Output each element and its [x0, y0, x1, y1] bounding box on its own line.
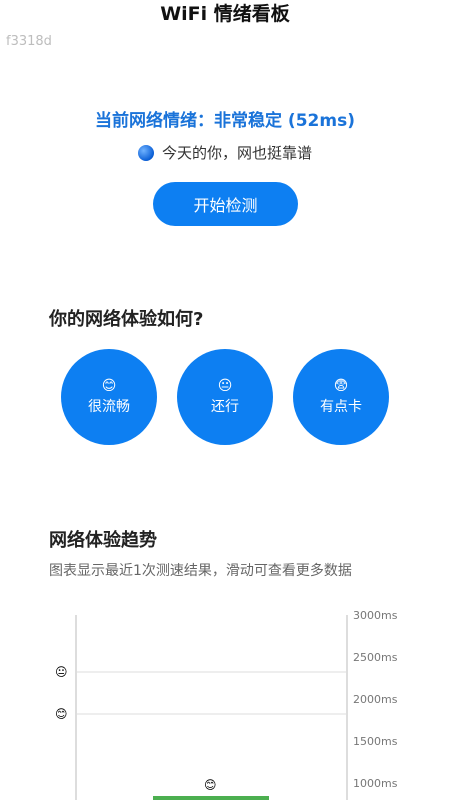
experience-laggy-label: 有点卡: [320, 399, 362, 415]
chart-y-tick-label: 1500ms: [353, 735, 398, 748]
neutral-face-icon: 😐: [217, 378, 233, 394]
chart-y-tick-label: 1000ms: [353, 777, 398, 790]
chart-y-tick-label: 3000ms: [353, 609, 398, 622]
mood-subtitle: 今天的你，网也挺靠谱: [0, 142, 450, 163]
chart-emoji-marker: 😊: [55, 707, 68, 721]
app-title: WiFi 情绪看板: [160, 3, 290, 25]
blue-circle-icon: [137, 144, 154, 161]
trend-chart[interactable]: 3000ms 2500ms 2000ms 1500ms 1000ms 😐 😊 😊: [0, 600, 450, 800]
trend-subtitle: 图表显示最近1次测速结果，滑动可查看更多数据: [49, 563, 352, 579]
start-test-button[interactable]: 开始检测: [153, 182, 298, 226]
network-mood-status: 当前网络情绪：非常稳定 (52ms): [95, 111, 355, 131]
smile-icon: 😊: [101, 378, 117, 394]
chart-y-tick-label: 2500ms: [353, 651, 398, 664]
chart-emoji-marker: 😐: [55, 665, 68, 679]
fearful-face-icon: 😨: [333, 378, 349, 394]
chart-bar: [153, 796, 269, 800]
experience-ok-label: 还行: [211, 399, 239, 415]
chart-y-tick-label: 2000ms: [353, 693, 398, 706]
experience-ok-button[interactable]: 😐 还行: [177, 349, 273, 445]
mood-subtitle-text: 今天的你，网也挺靠谱: [161, 144, 312, 162]
device-id: f3318d: [6, 34, 52, 49]
trend-title: 网络体验趋势: [49, 530, 157, 551]
experience-smooth-button[interactable]: 😊 很流畅: [61, 349, 157, 445]
experience-title: 你的网络体验如何?: [49, 309, 204, 330]
chart-emoji-marker: 😊: [204, 778, 217, 792]
experience-laggy-button[interactable]: 😨 有点卡: [293, 349, 389, 445]
experience-smooth-label: 很流畅: [88, 399, 130, 415]
